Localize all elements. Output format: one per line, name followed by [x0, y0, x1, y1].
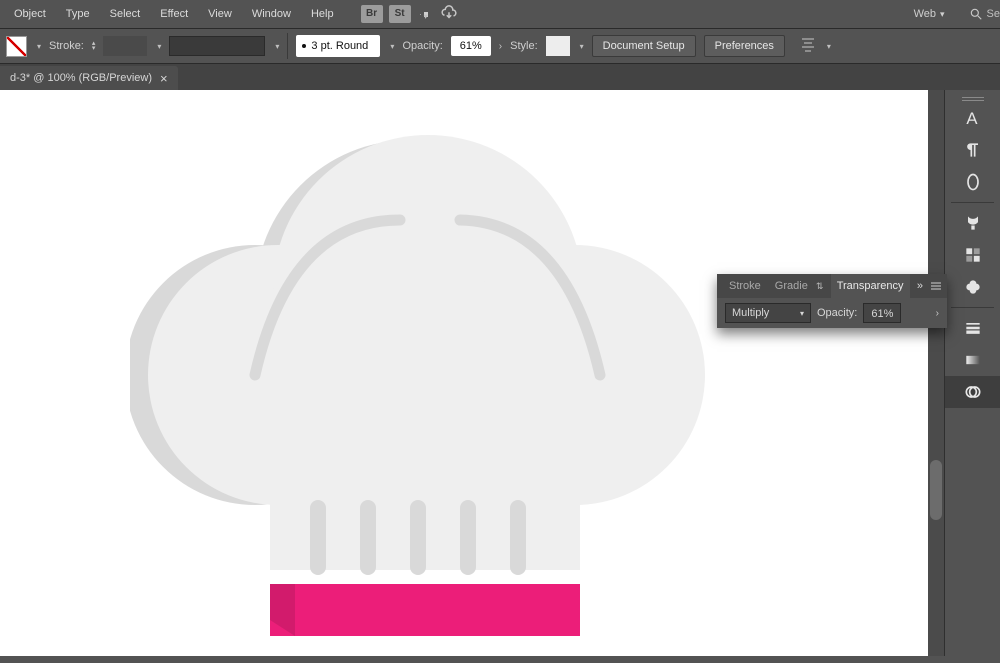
chevron-down-icon[interactable]: ▾	[157, 42, 161, 51]
stroke-panel-icon[interactable]	[945, 312, 1000, 344]
search-placeholder: Se	[987, 8, 1000, 20]
brushes-panel-icon[interactable]	[945, 207, 1000, 239]
work-area	[0, 90, 944, 656]
style-label: Style:	[510, 40, 538, 52]
opacity-expand-icon[interactable]: ›	[499, 41, 502, 52]
search-field[interactable]: Se	[969, 7, 1000, 21]
stock-icon[interactable]: St	[389, 5, 411, 23]
document-tab-strip: d-3* @ 100% (RGB/Preview) ×	[0, 64, 1000, 90]
stroke-weight-field[interactable]	[103, 36, 147, 56]
menu-view[interactable]: View	[198, 0, 242, 28]
document-tab[interactable]: d-3* @ 100% (RGB/Preview) ×	[0, 66, 178, 90]
chevron-down-icon[interactable]: ▾	[37, 42, 41, 51]
close-icon[interactable]: ×	[160, 71, 168, 86]
options-bar: ▾ Stroke: ▴▾ ▾ ▾ 3 pt. Round ▾ Opacity: …	[0, 28, 1000, 64]
menu-select[interactable]: Select	[100, 0, 151, 28]
chevron-down-icon[interactable]: ▾	[275, 42, 279, 51]
chevron-down-icon[interactable]: ▾	[424, 12, 428, 17]
opacity-label: Opacity:	[402, 40, 442, 52]
bridge-icon[interactable]: Br	[361, 5, 383, 23]
blend-mode-value: Multiply	[732, 307, 769, 319]
opacity-value[interactable]: 61%	[451, 36, 491, 56]
preferences-label: Preferences	[715, 40, 774, 52]
chef-hat-artwork[interactable]	[130, 130, 720, 660]
blend-mode-dropdown[interactable]: Multiply ▾	[725, 303, 811, 323]
dot-icon	[302, 44, 306, 48]
preferences-button[interactable]: Preferences	[704, 35, 785, 57]
stroke-profile-label: 3 pt. Round	[311, 40, 368, 52]
panel-expand-icon[interactable]: »	[917, 280, 923, 292]
fill-swatch-none-icon[interactable]	[6, 36, 27, 57]
scrollbar-thumb[interactable]	[930, 460, 942, 520]
panel-dock: A	[944, 90, 1000, 656]
dock-collapse-icon[interactable]	[945, 92, 1000, 102]
brush-definition-swatch[interactable]	[169, 36, 265, 56]
transparency-panel[interactable]: Stroke Gradie ⇅ Transparency » Multiply …	[717, 274, 947, 328]
character-panel-icon[interactable]: A	[945, 102, 1000, 134]
chevron-updown-icon[interactable]: ⇅	[816, 281, 824, 292]
separator	[287, 33, 288, 59]
chevron-down-icon[interactable]: ▾	[390, 42, 394, 51]
document-setup-button[interactable]: Document Setup	[592, 35, 696, 57]
menu-window[interactable]: Window	[242, 0, 301, 28]
sync-settings-icon[interactable]	[440, 4, 458, 25]
paragraph-panel-icon[interactable]	[945, 134, 1000, 166]
gradient-panel-icon[interactable]	[945, 344, 1000, 376]
stroke-profile-dropdown[interactable]: 3 pt. Round	[296, 35, 380, 57]
menu-help[interactable]: Help	[301, 0, 344, 28]
panel-tab-strip: Stroke Gradie ⇅ Transparency »	[717, 274, 947, 298]
tab-gradient[interactable]: Gradie	[769, 274, 814, 298]
symbols-panel-icon[interactable]	[945, 271, 1000, 303]
chevron-down-icon[interactable]: ▾	[580, 42, 584, 51]
svg-text:A: A	[966, 109, 978, 128]
panel-opacity-value[interactable]: 61%	[863, 303, 901, 323]
stroke-weight-stepper[interactable]: ▴▾	[92, 41, 96, 51]
workspace-label: Web	[914, 8, 936, 20]
menu-type[interactable]: Type	[56, 0, 100, 28]
opentype-panel-icon[interactable]	[945, 166, 1000, 198]
arrange-documents-icon[interactable]: ▾	[420, 12, 428, 17]
menubar: Object Type Select Effect View Window He…	[0, 0, 1000, 28]
stroke-label: Stroke:	[49, 40, 84, 52]
chevron-down-icon: ▾	[800, 309, 804, 318]
transparency-panel-icon[interactable]	[945, 376, 1000, 408]
vertical-scrollbar[interactable]	[928, 90, 944, 656]
panel-opacity-expand-icon[interactable]: ›	[936, 308, 939, 319]
document-setup-label: Document Setup	[603, 40, 685, 52]
chevron-down-icon: ▾	[940, 9, 945, 20]
align-icon[interactable]	[799, 36, 817, 57]
menu-effect[interactable]: Effect	[150, 0, 198, 28]
chevron-down-icon[interactable]: ▾	[827, 42, 831, 51]
graphic-style-swatch[interactable]	[546, 36, 570, 56]
swatches-panel-icon[interactable]	[945, 239, 1000, 271]
panel-opacity-label: Opacity:	[817, 307, 857, 319]
workspace-switcher[interactable]: Web ▾	[904, 8, 955, 20]
panel-menu-icon[interactable]	[931, 282, 941, 290]
canvas[interactable]	[0, 90, 928, 656]
tab-stroke[interactable]: Stroke	[723, 274, 767, 298]
menu-object[interactable]: Object	[4, 0, 56, 28]
document-tab-title: d-3* @ 100% (RGB/Preview)	[10, 72, 152, 84]
tab-transparency[interactable]: Transparency	[831, 274, 910, 298]
